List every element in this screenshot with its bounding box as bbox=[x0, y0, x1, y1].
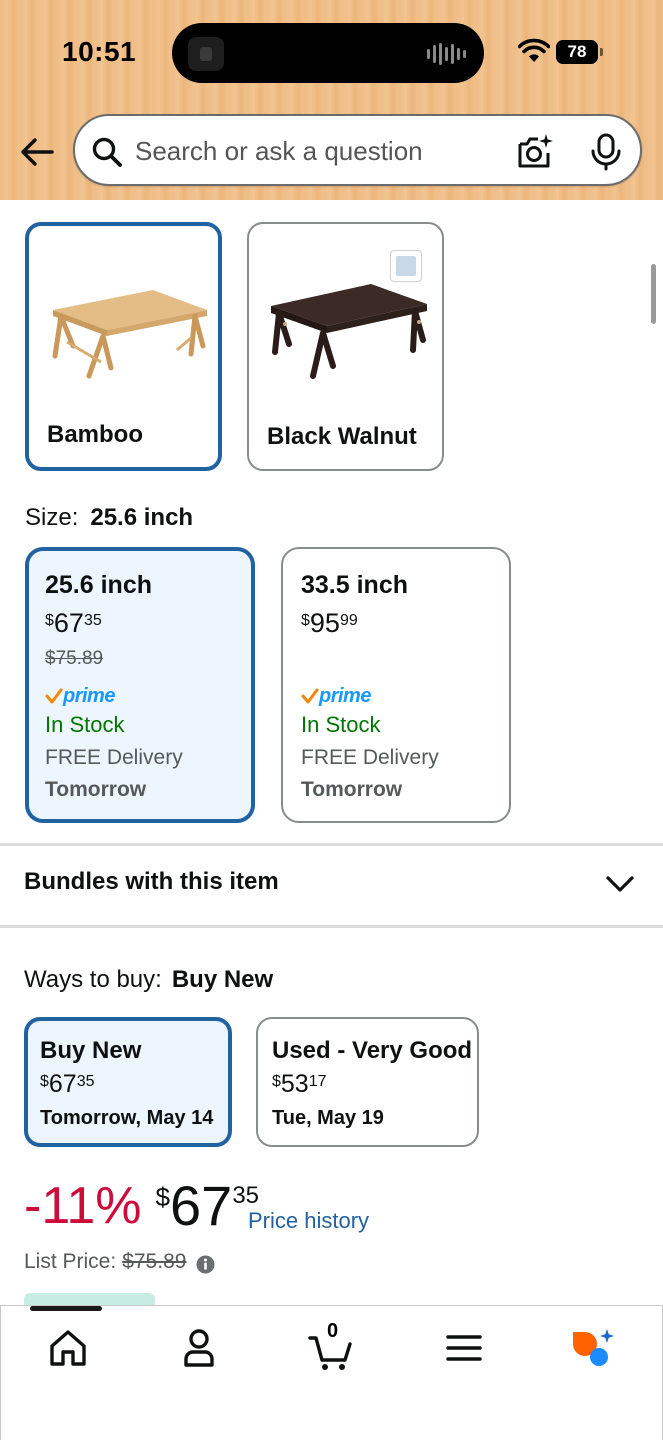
size-option-title: 33.5 inch bbox=[301, 571, 408, 599]
account-icon[interactable] bbox=[175, 1324, 223, 1372]
thumbnail-badge-icon bbox=[390, 250, 422, 282]
status-time: 10:51 bbox=[62, 36, 137, 67]
search-input[interactable] bbox=[135, 131, 505, 171]
color-option-label: Black Walnut bbox=[267, 423, 417, 450]
audio-wave-icon bbox=[427, 42, 466, 66]
currency-symbol: $ bbox=[272, 1073, 281, 1090]
prime-badge: prime bbox=[45, 684, 251, 708]
buy-option-date: Tomorrow, May 14 bbox=[40, 1107, 214, 1129]
chevron-down-icon bbox=[606, 876, 634, 892]
currency-symbol: $ bbox=[45, 612, 54, 629]
discount-percent: -11% bbox=[24, 1177, 142, 1235]
color-option-label: Bamboo bbox=[47, 421, 143, 448]
color-option-bamboo[interactable]: Bamboo bbox=[25, 222, 222, 471]
battery-icon: 78 bbox=[556, 40, 603, 64]
home-icon[interactable] bbox=[44, 1324, 92, 1372]
buy-option-price: $67 35 bbox=[40, 1069, 228, 1101]
price-fraction: 35 bbox=[76, 1073, 95, 1090]
size-option-title: 25.6 inch bbox=[45, 571, 152, 599]
section-divider bbox=[0, 925, 663, 928]
search-icon bbox=[92, 137, 122, 167]
buy-option-price: $53 17 bbox=[272, 1069, 477, 1101]
camera-icon[interactable] bbox=[516, 133, 554, 171]
search-bar[interactable] bbox=[73, 114, 642, 186]
list-price: List Price: $75.89 bbox=[24, 1250, 186, 1274]
buy-option-used[interactable]: Used - Very Good $53 17 Tue, May 19 bbox=[256, 1017, 479, 1147]
buy-option-title: Used - Very Good bbox=[272, 1037, 473, 1064]
size-option-list-price bbox=[301, 648, 509, 676]
dynamic-island bbox=[172, 23, 484, 83]
size-option-price: $95 99 bbox=[301, 608, 509, 644]
size-option-price: $67 35 bbox=[45, 608, 251, 644]
ways-to-buy-label: Ways to buy: Buy New bbox=[24, 966, 273, 994]
top-header: 10:51 78 bbox=[0, 0, 663, 200]
price-history-link[interactable]: Price history bbox=[248, 1208, 369, 1234]
list-price-label: List Price: bbox=[24, 1250, 117, 1273]
price-whole: 67 bbox=[53, 608, 84, 638]
currency-symbol: $ bbox=[301, 612, 310, 629]
back-arrow-icon[interactable] bbox=[18, 134, 56, 170]
price-fraction: 17 bbox=[308, 1073, 327, 1090]
currency-symbol: $ bbox=[40, 1073, 49, 1090]
main-price: -11% $ 67 35 bbox=[24, 1176, 259, 1236]
size-label: Size: bbox=[25, 504, 79, 531]
size-option-list-price: $75.89 bbox=[45, 648, 104, 669]
bamboo-table-image bbox=[52, 290, 207, 379]
price-whole: 67 bbox=[48, 1070, 77, 1098]
bottom-tab-bar: 0 bbox=[0, 1305, 663, 1440]
prime-badge: prime bbox=[301, 684, 509, 708]
prime-label: prime bbox=[319, 684, 371, 707]
cart-tab[interactable]: 0 bbox=[307, 1320, 355, 1372]
ways-to-buy-value: Buy New bbox=[171, 966, 274, 993]
cart-count: 0 bbox=[327, 1320, 339, 1342]
price-whole: 67 bbox=[170, 1174, 233, 1237]
price-fraction: 35 bbox=[83, 612, 102, 629]
list-price-value: $75.89 bbox=[122, 1250, 187, 1273]
scroll-indicator[interactable] bbox=[651, 264, 656, 324]
delivery-text: FREE Delivery bbox=[301, 746, 439, 769]
prime-check-icon bbox=[301, 688, 319, 704]
size-option-25-6[interactable]: 25.6 inch $67 35 $75.89 prime In Stock FR… bbox=[25, 547, 255, 823]
rufus-icon[interactable] bbox=[569, 1324, 617, 1372]
menu-icon[interactable] bbox=[440, 1324, 488, 1372]
stock-status: In Stock bbox=[301, 712, 381, 737]
prime-check-icon bbox=[45, 688, 63, 704]
drag-handle[interactable] bbox=[30, 1306, 102, 1311]
size-value: 25.6 inch bbox=[90, 504, 194, 531]
ways-to-buy-title: Ways to buy: bbox=[24, 966, 162, 993]
delivery-text: FREE Delivery bbox=[45, 746, 183, 769]
mic-icon[interactable] bbox=[588, 133, 624, 171]
currency-symbol: $ bbox=[155, 1182, 171, 1212]
wifi-icon bbox=[518, 38, 550, 62]
delivery-day: Tomorrow bbox=[45, 778, 147, 801]
stock-status: In Stock bbox=[45, 712, 125, 737]
price-whole: 53 bbox=[280, 1070, 309, 1098]
bundles-label: Bundles with this item bbox=[24, 868, 279, 895]
black-walnut-table-image bbox=[271, 284, 427, 379]
price-fraction: 99 bbox=[339, 612, 358, 629]
info-icon[interactable] bbox=[196, 1255, 215, 1274]
size-row-label: Size: 25.6 inch bbox=[25, 504, 193, 532]
price-fraction: 35 bbox=[232, 1182, 260, 1209]
buy-option-new[interactable]: Buy New $67 35 Tomorrow, May 14 bbox=[24, 1017, 232, 1147]
buy-option-title: Buy New bbox=[40, 1037, 142, 1064]
size-option-33-5[interactable]: 33.5 inch $95 99 prime In Stock FREE Deli… bbox=[281, 547, 511, 823]
island-app-icon bbox=[188, 37, 224, 71]
color-option-black-walnut[interactable]: Black Walnut bbox=[247, 222, 444, 471]
price-whole: 95 bbox=[309, 608, 340, 638]
bundles-accordion[interactable]: Bundles with this item bbox=[0, 846, 663, 926]
buy-option-date: Tue, May 19 bbox=[272, 1107, 384, 1129]
delivery-day: Tomorrow bbox=[301, 778, 403, 801]
prime-label: prime bbox=[63, 684, 115, 707]
